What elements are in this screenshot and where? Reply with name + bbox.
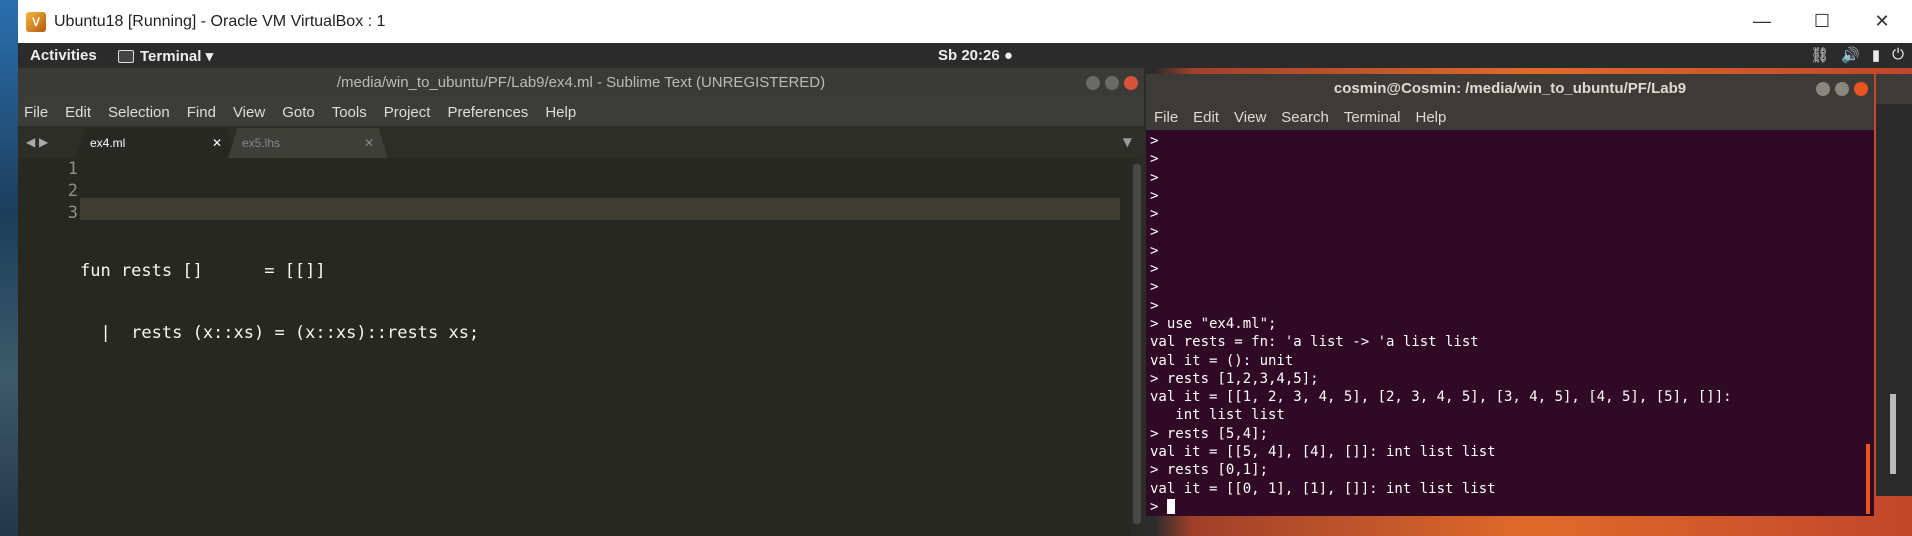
terminal-line: > <box>1150 187 1159 204</box>
terminal-minimize-button[interactable] <box>1816 82 1830 96</box>
terminal-line: val it = (): unit <box>1150 352 1294 369</box>
terminal-line: val it = [[1, 2, 3, 4, 5], [2, 3, 4, 5],… <box>1150 389 1732 406</box>
code-area[interactable]: fun rests [] = [[]] | rests (x::xs) = (x… <box>80 158 1120 384</box>
terminal-menubar: File Edit View Search Terminal Help <box>1146 104 1874 130</box>
terminal-window: cosmin@Cosmin: /media/win_to_ubuntu/PF/L… <box>1146 74 1874 516</box>
tab-label: ex5.lhs <box>242 136 281 150</box>
background-window-edge <box>1876 74 1912 496</box>
virtualbox-app-icon: V <box>26 11 46 32</box>
line-number: 3 <box>67 203 78 223</box>
sublime-tab-bar: ◀ ▶ ex4.ml ✕ ex5.lhs ✕ ▼ <box>18 126 1144 158</box>
scrollbar-thumb[interactable] <box>1133 164 1141 524</box>
terminal-line: > <box>1150 242 1159 259</box>
menu-file[interactable]: File <box>24 104 48 121</box>
close-icon[interactable]: ✕ <box>364 136 374 150</box>
maximize-button[interactable]: ☐ <box>1792 0 1852 43</box>
sublime-window: /media/win_to_ubuntu/PF/Lab9/ex4.ml - Su… <box>18 68 1144 536</box>
host-desktop-edge <box>0 0 18 536</box>
sublime-minimize-button[interactable] <box>1086 76 1100 90</box>
editor-scrollbar[interactable] <box>1130 158 1144 536</box>
menu-preferences[interactable]: Preferences <box>447 104 528 121</box>
ubuntu-top-bar: Activities Terminal ▾ Sb 20:26 ● ⛓ 🔊 ▮ ⏻ <box>18 43 1912 68</box>
sublime-maximize-button[interactable] <box>1105 76 1119 90</box>
menu-edit[interactable]: Edit <box>65 104 91 121</box>
app-menu-terminal[interactable]: Terminal ▾ <box>118 47 213 65</box>
menu-file[interactable]: File <box>1154 109 1178 126</box>
tab-dropdown-icon[interactable]: ▼ <box>1123 135 1132 149</box>
code-line[interactable]: fun rests [] = [[]] <box>80 260 1120 282</box>
terminal-line: > rests [1,2,3,4,5]; <box>1150 370 1319 387</box>
terminal-line: > <box>1150 279 1159 296</box>
close-icon[interactable]: ✕ <box>212 136 222 150</box>
menu-view[interactable]: View <box>1234 109 1266 126</box>
menu-tools[interactable]: Tools <box>332 104 367 121</box>
terminal-line: > <box>1150 297 1159 314</box>
power-icon[interactable]: ⏻ <box>1892 46 1904 64</box>
menu-project[interactable]: Project <box>384 104 431 121</box>
sublime-close-button[interactable] <box>1124 76 1138 90</box>
terminal-prompt-line[interactable]: > <box>1150 498 1850 516</box>
terminal-line: > rests [5,4]; <box>1150 425 1269 442</box>
terminal-line: int list list <box>1150 407 1285 424</box>
sublime-title: /media/win_to_ubuntu/PF/Lab9/ex4.ml - Su… <box>336 74 826 91</box>
virtualbox-title: Ubuntu18 [Running] - Oracle VM VirtualBo… <box>54 12 386 30</box>
terminal-line: > <box>1150 169 1159 186</box>
terminal-line: > <box>1150 151 1159 168</box>
virtualbox-titlebar: V Ubuntu18 [Running] - Oracle VM Virtual… <box>18 0 1912 43</box>
terminal-line: > <box>1150 206 1159 223</box>
menu-help[interactable]: Help <box>1416 109 1447 126</box>
terminal-line: > <box>1150 261 1159 278</box>
line-number: 1 <box>67 159 78 179</box>
menu-find[interactable]: Find <box>187 104 216 121</box>
tab-label: ex4.ml <box>90 136 126 150</box>
terminal-cursor <box>1166 499 1175 515</box>
minimize-button[interactable]: — <box>1732 0 1792 43</box>
menu-edit[interactable]: Edit <box>1193 109 1219 126</box>
menu-terminal[interactable]: Terminal <box>1344 109 1401 126</box>
terminal-output[interactable]: > > > > > > > > > > > use "ex4.ml"; val … <box>1150 132 1850 516</box>
terminal-line: > <box>1150 133 1159 149</box>
tab-scroll-arrows-icon[interactable]: ◀ ▶ <box>18 135 76 149</box>
tab-ex4-ml[interactable]: ex4.ml ✕ <box>76 128 236 158</box>
menu-help[interactable]: Help <box>545 104 576 121</box>
terminal-line: > <box>1150 224 1159 241</box>
sublime-menubar: File Edit Selection Find View Goto Tools… <box>18 98 1144 126</box>
battery-icon[interactable]: ▮ <box>1872 46 1880 64</box>
system-tray[interactable]: ⛓ 🔊 ▮ ⏻ <box>1810 46 1904 64</box>
terminal-line: val rests = fn: 'a list -> 'a list list <box>1150 334 1479 351</box>
code-editor[interactable]: 1 2 3 fun rests [] = [[]] | rests (x::xs… <box>18 158 1144 536</box>
app-menu-label: Terminal ▾ <box>140 48 214 65</box>
terminal-close-button[interactable] <box>1854 82 1868 96</box>
activities-button[interactable]: Activities <box>30 47 97 64</box>
code-line[interactable]: | rests (x::xs) = (x::xs)::rests xs; <box>80 322 1120 344</box>
terminal-line: > use "ex4.ml"; <box>1150 315 1277 332</box>
terminal-titlebar: cosmin@Cosmin: /media/win_to_ubuntu/PF/L… <box>1146 74 1874 104</box>
clock[interactable]: Sb 20:26 ● <box>938 47 1013 64</box>
terminal-prompt: > <box>1150 498 1167 515</box>
tab-ex5-lhs[interactable]: ex5.lhs ✕ <box>228 128 388 158</box>
menu-selection[interactable]: Selection <box>108 104 170 121</box>
terminal-maximize-button[interactable] <box>1835 82 1849 96</box>
terminal-title: cosmin@Cosmin: /media/win_to_ubuntu/PF/L… <box>1333 80 1687 97</box>
code-line[interactable] <box>80 198 1120 220</box>
background-scrollbar <box>1890 394 1896 474</box>
line-number-gutter: 1 2 3 <box>18 158 78 224</box>
menu-goto[interactable]: Goto <box>282 104 315 121</box>
terminal-scrollbar[interactable] <box>1866 444 1870 514</box>
terminal-icon <box>118 49 134 63</box>
close-button[interactable]: ✕ <box>1852 0 1912 43</box>
sublime-titlebar: /media/win_to_ubuntu/PF/Lab9/ex4.ml - Su… <box>18 68 1144 98</box>
terminal-line: val it = [[5, 4], [4], []]: int list lis… <box>1150 444 1496 461</box>
menu-view[interactable]: View <box>233 104 265 121</box>
line-number: 2 <box>67 181 78 201</box>
menu-search[interactable]: Search <box>1281 109 1329 126</box>
terminal-line: > rests [0,1]; <box>1150 462 1269 479</box>
volume-icon[interactable]: 🔊 <box>1841 46 1860 64</box>
network-icon[interactable]: ⛓ <box>1810 46 1829 64</box>
terminal-line: val it = [[0, 1], [1], []]: int list lis… <box>1150 480 1496 497</box>
